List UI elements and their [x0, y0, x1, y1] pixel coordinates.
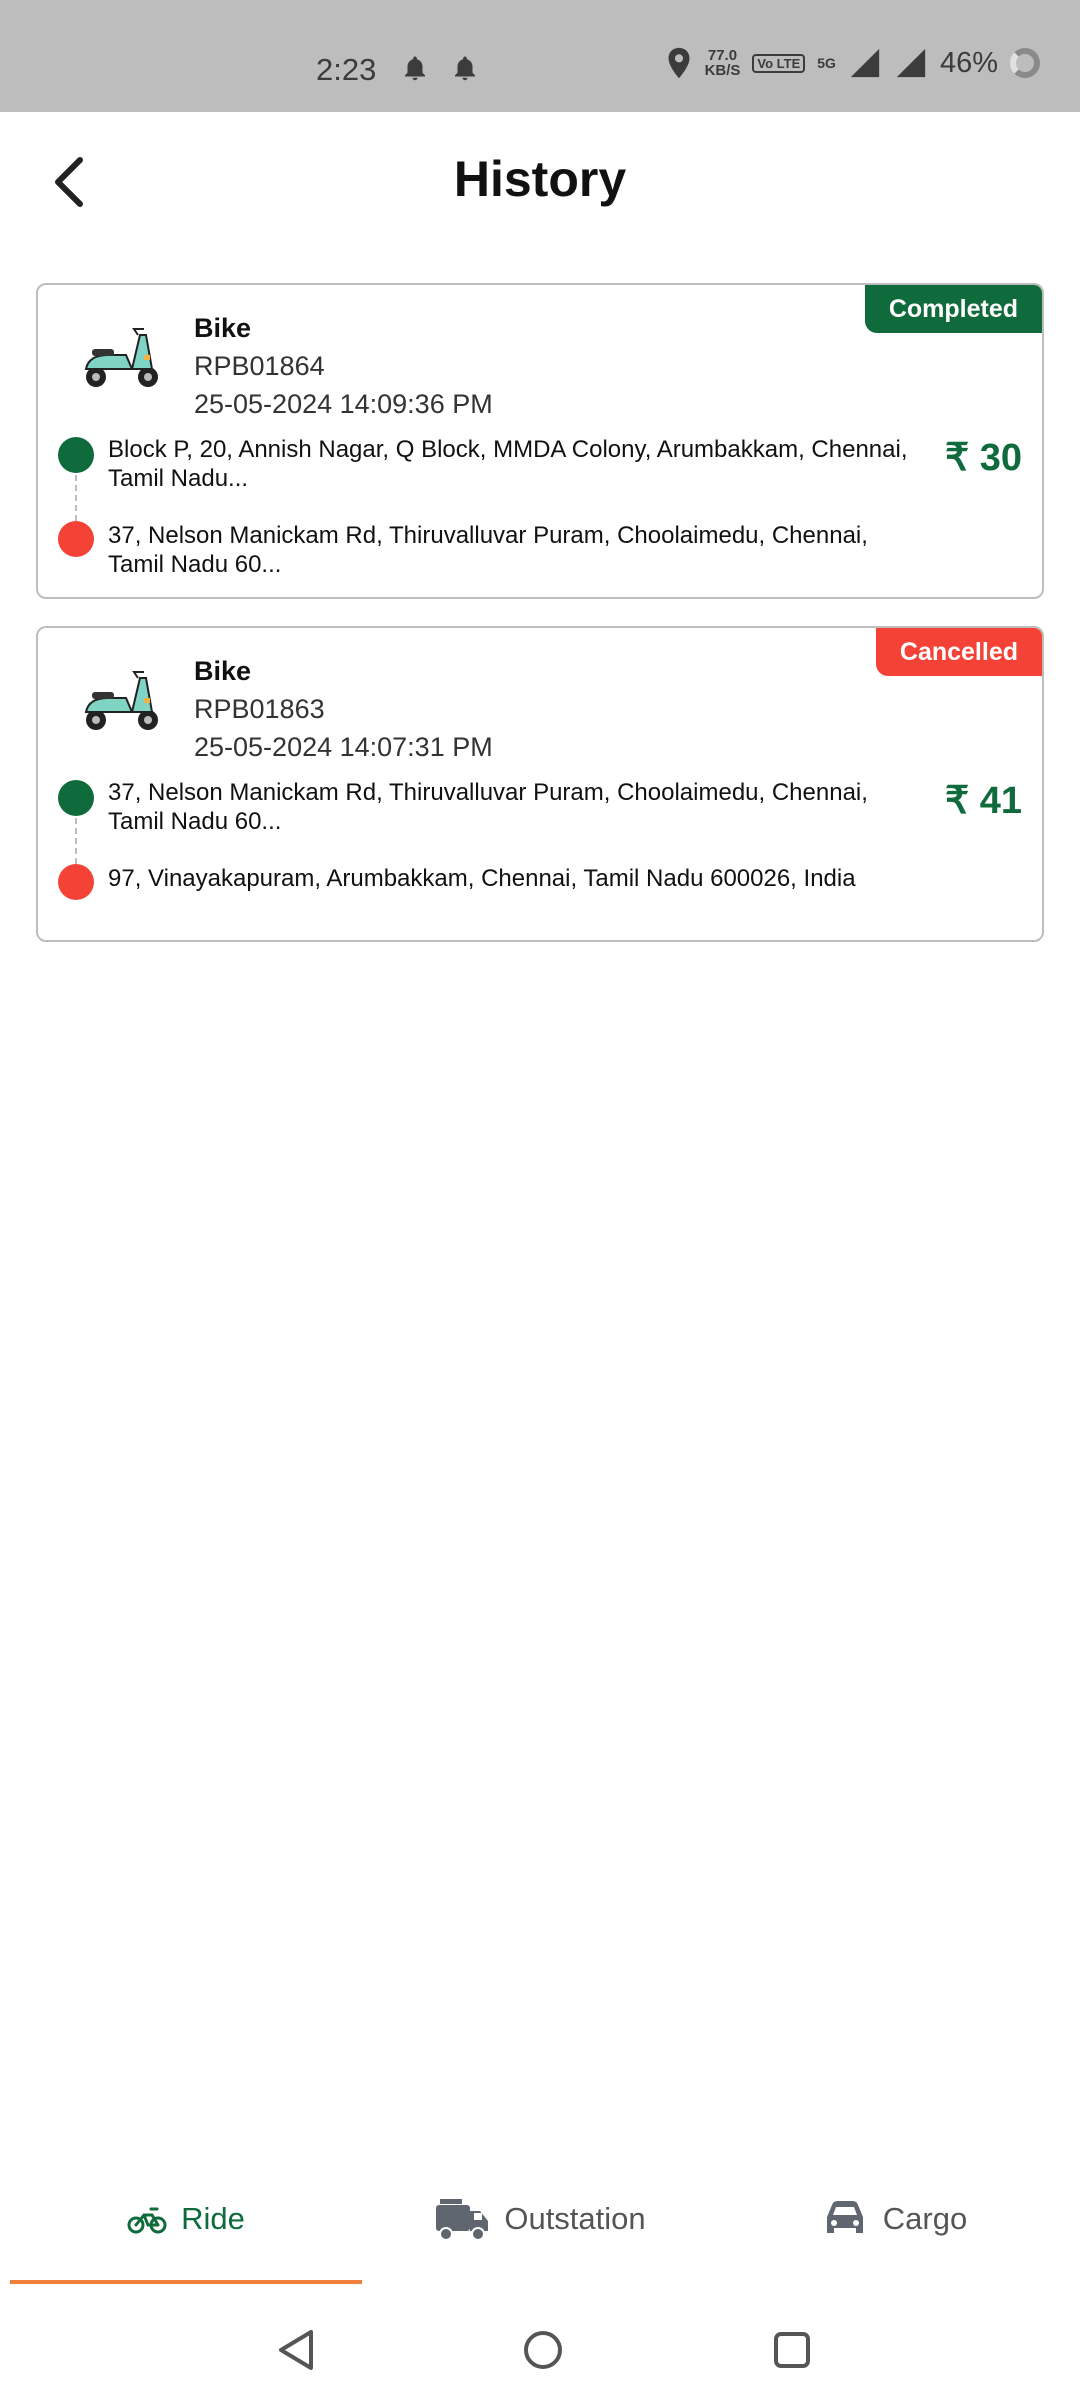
- route-connector: [75, 818, 77, 864]
- speed-value: 77.0: [707, 47, 738, 64]
- signal-icon: [896, 48, 926, 78]
- system-nav-bar: [0, 2300, 1080, 2400]
- booking-datetime: 25-05-2024 14:07:31 PM: [194, 732, 493, 762]
- bottom-tab-bar: Ride Outstation Cargo: [0, 2160, 1080, 2284]
- truck-icon: [436, 2199, 489, 2241]
- nav-home-button[interactable]: [513, 2320, 573, 2380]
- status-bar: 2:23 77.0 KB/S Vo LTE 5G 46%: [0, 0, 1080, 112]
- route-connector: [75, 475, 77, 521]
- tab-cargo[interactable]: Cargo: [718, 2160, 1070, 2278]
- pickup-dot: [58, 437, 94, 473]
- battery-percent: 46%: [939, 46, 998, 79]
- vehicle-type: Bike: [194, 313, 252, 343]
- nav-recents-button[interactable]: [762, 2320, 822, 2380]
- drop-dot: [58, 864, 94, 900]
- notification-bell-icon: [405, 56, 425, 81]
- square-recents-icon: [774, 2332, 810, 2368]
- page-title: History: [453, 151, 627, 207]
- signal-icon: [850, 48, 880, 78]
- status-badge: Completed: [864, 285, 1042, 333]
- booking-datetime: 25-05-2024 14:09:36 PM: [194, 389, 493, 419]
- pickup-address: Block P, 20, Annish Nagar, Q Block, MMDA…: [108, 436, 908, 492]
- app-header: History: [0, 112, 1080, 252]
- notification-bell-icon: [455, 56, 475, 81]
- pickup-dot: [58, 780, 94, 816]
- vehicle-type: Bike: [194, 656, 252, 686]
- tab-ride[interactable]: Ride: [10, 2160, 362, 2278]
- triangle-back-icon: [279, 2330, 313, 2370]
- status-badge: Cancelled: [875, 628, 1042, 676]
- speed-unit: KB/S: [704, 62, 741, 79]
- motorbike-icon: [127, 2207, 167, 2234]
- drop-address: 37, Nelson Manickam Rd, Thiruvalluvar Pu…: [108, 522, 868, 578]
- network-type: 5G: [817, 55, 836, 71]
- booking-id: RPB01863: [194, 694, 325, 724]
- booking-id: RPB01864: [194, 351, 325, 381]
- network-speed: 77.0 KB/S: [705, 48, 741, 78]
- ride-history-card[interactable]: Cancelled Bike RPB01863 25-05-2024 14:07…: [36, 626, 1044, 942]
- location-icon: [668, 47, 690, 79]
- fare-amount: ₹ 30: [944, 437, 1022, 479]
- tab-label: Outstation: [504, 2201, 646, 2236]
- status-indicators: 77.0 KB/S Vo LTE 5G 46%: [665, 46, 1040, 80]
- active-tab-indicator: [10, 2280, 362, 2284]
- drop-address: 97, Vinayakapuram, Arumbakkam, Chennai, …: [108, 865, 856, 892]
- scooter-icon: [84, 328, 158, 387]
- battery-icon: [1010, 48, 1040, 78]
- pickup-address: 37, Nelson Manickam Rd, Thiruvalluvar Pu…: [108, 779, 868, 835]
- status-time: 2:23: [316, 52, 377, 87]
- fare-amount: ₹ 41: [944, 780, 1022, 822]
- tab-label: Cargo: [882, 2201, 968, 2236]
- nav-back-button[interactable]: [266, 2320, 326, 2380]
- car-icon: [826, 2201, 863, 2233]
- drop-dot: [58, 521, 94, 557]
- circle-home-icon: [524, 2331, 562, 2369]
- ride-history-card[interactable]: Completed Bike RPB01864 25-05-2024 14:09…: [36, 283, 1044, 599]
- volte-badge: Vo LTE: [752, 53, 806, 73]
- tab-label: Ride: [181, 2201, 245, 2236]
- tab-outstation[interactable]: Outstation: [362, 2160, 718, 2278]
- scooter-icon: [84, 671, 158, 730]
